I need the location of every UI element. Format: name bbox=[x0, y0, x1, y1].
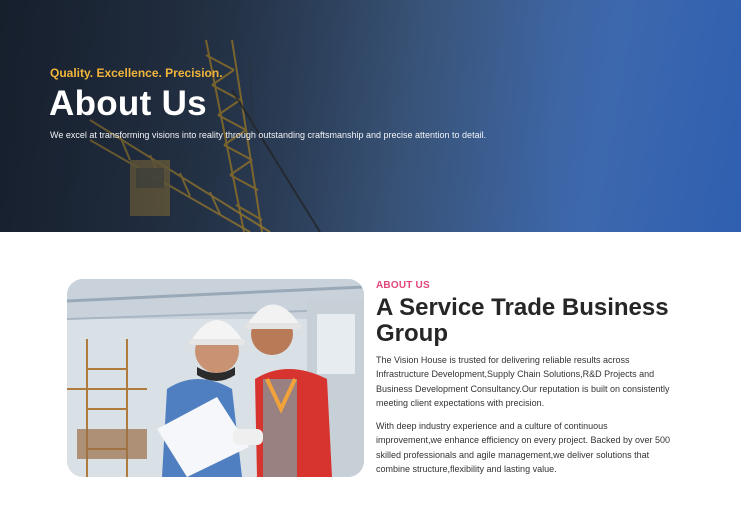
hero-subtitle: We excel at transforming visions into re… bbox=[50, 130, 487, 140]
engineers-photo bbox=[67, 279, 364, 477]
page-title: About Us bbox=[49, 84, 207, 123]
about-eyebrow: ABOUT US bbox=[376, 280, 430, 291]
about-paragraph-2: With deep industry experience and a cult… bbox=[376, 421, 670, 475]
hero-banner: Quality. Excellence. Precision. About Us… bbox=[0, 0, 741, 232]
about-title: A Service Trade Business Group bbox=[376, 294, 669, 347]
about-section: ABOUT US A Service Trade Business Group … bbox=[376, 280, 676, 476]
hero-tagline: Quality. Excellence. Precision. bbox=[50, 66, 223, 80]
about-paragraph-1: The Vision House is trusted for deliveri… bbox=[376, 355, 670, 408]
